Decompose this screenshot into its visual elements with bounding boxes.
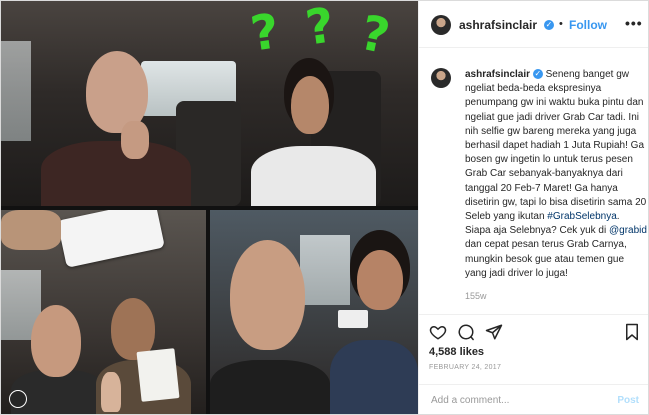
peace-sign-hand [101,372,121,412]
caption-area: ashrafsinclair ✓ Seneng banget gw ngelia… [419,48,648,314]
question-mark-overlay: ? [355,4,395,66]
post-date[interactable]: FEBRUARY 24, 2017 [429,364,501,371]
person-passenger-body [330,340,418,414]
heart-icon[interactable] [429,323,447,341]
photo-selfie-back-seat [1,210,206,414]
user-tag-icon[interactable] [9,390,27,408]
caption-body: Seneng banget gw ngeliat beda-beda ekspr… [465,69,647,223]
person-driver-face [230,240,305,350]
person-passenger-face [291,76,329,134]
comment-icon[interactable] [457,323,475,341]
car-window [300,235,350,305]
caption-username[interactable]: ashrafsinclair [465,69,530,80]
person-driver-body [41,141,191,206]
avatar[interactable] [431,68,451,88]
caption-text: ashrafsinclair ✓ Seneng banget gw ngelia… [465,68,647,281]
person-passenger-face [357,250,403,310]
caption-time[interactable]: 155w [465,291,487,301]
add-comment-bar: Add a comment... Post [419,384,648,414]
voucher-card [338,310,368,328]
share-icon[interactable] [485,323,503,341]
mention-link[interactable]: @grabid [609,225,647,236]
likes-count[interactable]: 4,588 likes [429,346,484,358]
verified-badge-icon: ✓ [532,69,543,80]
instagram-post: ? ? ? ashrafsinclair ✓ • Follow ••• ashr… [0,0,649,415]
hashtag-link[interactable]: #GrabSelebnya [547,211,617,222]
photo-selfie-passenger [210,210,418,414]
person-driver-body [210,360,330,414]
photo-car-front-seat: ? ? ? [1,1,418,206]
post-comment-button[interactable]: Post [617,395,639,406]
person-passenger-body [251,146,376,206]
voucher-paper [136,348,180,402]
hand-pointing [121,121,149,159]
post-sidebar: ashrafsinclair ✓ • Follow ••• ashrafsinc… [418,1,648,414]
person-driver-face [31,305,81,377]
action-bar [419,314,648,345]
follow-button[interactable]: Follow [569,18,607,32]
verified-badge-icon: ✓ [544,20,554,30]
comment-input[interactable]: Add a comment... [431,395,509,406]
question-mark-overlay: ? [302,1,338,57]
bookmark-icon[interactable] [623,323,641,341]
username-link[interactable]: ashrafsinclair [459,18,537,32]
separator: • [559,18,563,30]
more-options-icon[interactable]: ••• [625,15,643,31]
post-image-collage[interactable]: ? ? ? [1,1,418,414]
phone-in-hand [57,210,165,268]
caption-body: dan cepat pesan terus Grab Carnya, mungk… [465,239,627,279]
post-header: ashrafsinclair ✓ • Follow ••• [419,1,648,48]
avatar[interactable] [431,15,451,35]
car-side-window [1,41,31,141]
hand-holding-phone [1,210,61,250]
question-mark-overlay: ? [247,3,283,63]
